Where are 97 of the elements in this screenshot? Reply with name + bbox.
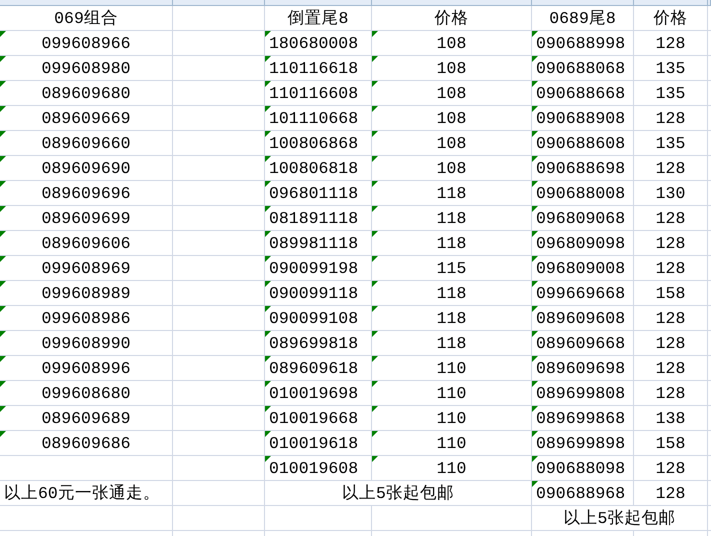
table-cell-text: 128 <box>654 208 686 230</box>
table-cell: 108 <box>372 31 531 55</box>
table-cell: 099608969 <box>0 256 172 280</box>
table-cell: 099608996 <box>0 356 172 380</box>
table-cell: 089609608 <box>532 306 633 330</box>
table-cell-text: 158 <box>654 432 686 454</box>
table-cell: 099608986 <box>0 306 172 330</box>
table-cell: 090688098 <box>532 456 633 480</box>
table-cell: 118 <box>372 331 531 355</box>
table-cell-text: 128 <box>654 308 686 330</box>
table-cell-text: 128 <box>654 482 686 504</box>
table-cell: 090099118 <box>265 281 371 305</box>
table-cell: 089609618 <box>265 356 371 380</box>
table-cell: 089699808 <box>532 381 633 405</box>
table-cell: 108 <box>372 56 531 80</box>
table-cell: 110 <box>372 431 531 455</box>
table-cell-text: 128 <box>654 32 686 54</box>
table-cell: 108 <box>372 106 531 130</box>
table-cell: 099669668 <box>532 281 633 305</box>
table-cell: 100806818 <box>265 156 371 180</box>
table-cell: 089609668 <box>532 331 633 355</box>
table-cell: 090688668 <box>532 81 633 105</box>
table-cell: 118 <box>372 281 531 305</box>
table-cell: 100806868 <box>265 131 371 155</box>
table-cell: 110 <box>372 356 531 380</box>
column-header: 价格 <box>434 8 470 30</box>
table-cell-text: 128 <box>654 258 686 280</box>
table-cell: 010019608 <box>265 456 371 480</box>
table-cell: 108 <box>372 81 531 105</box>
table-cell: 115 <box>372 256 531 280</box>
column-header: 价格 <box>652 8 688 30</box>
table-cell: 089699898 <box>532 431 633 455</box>
table-cell: 099608980 <box>0 56 172 80</box>
table-cell: 010019668 <box>265 406 371 430</box>
table-cell-text: 135 <box>654 58 686 80</box>
table-cell: 096809068 <box>532 206 633 230</box>
table-cell: 089609689 <box>0 406 172 430</box>
table-cell: 089609669 <box>0 106 172 130</box>
table-cell: 010019618 <box>265 431 371 455</box>
table-cell: 099608966 <box>0 31 172 55</box>
table-cell: 118 <box>372 306 531 330</box>
table-cell: 089609699 <box>0 206 172 230</box>
table-cell-text: 128 <box>654 332 686 354</box>
table-cell-text: 138 <box>654 408 686 430</box>
table-cell-text: 135 <box>654 132 686 154</box>
table-cell: 110 <box>372 456 531 480</box>
table-cell-text: 128 <box>654 108 686 130</box>
table-cell: 096809008 <box>532 256 633 280</box>
table-cell-text: 128 <box>654 382 686 404</box>
table-cell: 096801118 <box>265 181 371 205</box>
table-cell: 108 <box>372 156 531 180</box>
table-cell: 010019698 <box>265 381 371 405</box>
column-header: 0689尾8 <box>548 8 617 30</box>
table-cell: 101110668 <box>265 106 371 130</box>
table-cell: 089609696 <box>0 181 172 205</box>
table-cell-text: 135 <box>654 82 686 104</box>
table-cell: 089609680 <box>0 81 172 105</box>
table-cell: 089609606 <box>0 231 172 255</box>
table-cell: 089609660 <box>0 131 172 155</box>
table-cell: 089699868 <box>532 406 633 430</box>
table-cell: 090688608 <box>532 131 633 155</box>
table-cell: 090688698 <box>532 156 633 180</box>
table-cell: 089699818 <box>265 331 371 355</box>
table-cell: 089609686 <box>0 431 172 455</box>
table-cell: 118 <box>372 231 531 255</box>
table-cell: 081891118 <box>265 206 371 230</box>
table-cell-text: 158 <box>654 282 686 304</box>
table-cell: 090688068 <box>532 56 633 80</box>
table-cell: 090099108 <box>265 306 371 330</box>
table-cell-text: 130 <box>654 182 686 204</box>
table-cell: 099608989 <box>0 281 172 305</box>
table-cell: 108 <box>372 131 531 155</box>
table-cell: 118 <box>372 206 531 230</box>
table-cell: 096809098 <box>532 231 633 255</box>
table-cell: 110 <box>372 406 531 430</box>
table-cell: 110116608 <box>265 81 371 105</box>
table-cell: 110116618 <box>265 56 371 80</box>
table-cell-text: 以上60元一张通走。 <box>3 483 161 505</box>
table-cell: 090099198 <box>265 256 371 280</box>
table-cell: 110 <box>372 381 531 405</box>
column-header: 倒置尾8 <box>286 8 350 30</box>
table-cell: 099608990 <box>0 331 172 355</box>
table-cell-text: 128 <box>654 158 686 180</box>
table-cell: 099608680 <box>0 381 172 405</box>
table-cell: 180680008 <box>265 31 371 55</box>
table-cell: 090688998 <box>532 31 633 55</box>
table-cell: 090688008 <box>532 181 633 205</box>
table-cell: 089609698 <box>532 356 633 380</box>
table-cell: 090688908 <box>532 106 633 130</box>
table-cell: 118 <box>372 181 531 205</box>
table-cell: 089609690 <box>0 156 172 180</box>
table-cell-text: 128 <box>654 232 686 254</box>
table-cell-text: 128 <box>654 458 686 480</box>
column-header: 069组合 <box>53 8 119 30</box>
table-cell: 090688968 <box>532 481 633 505</box>
table-cell: 089981118 <box>265 231 371 255</box>
table-cell-text: 128 <box>654 358 686 380</box>
